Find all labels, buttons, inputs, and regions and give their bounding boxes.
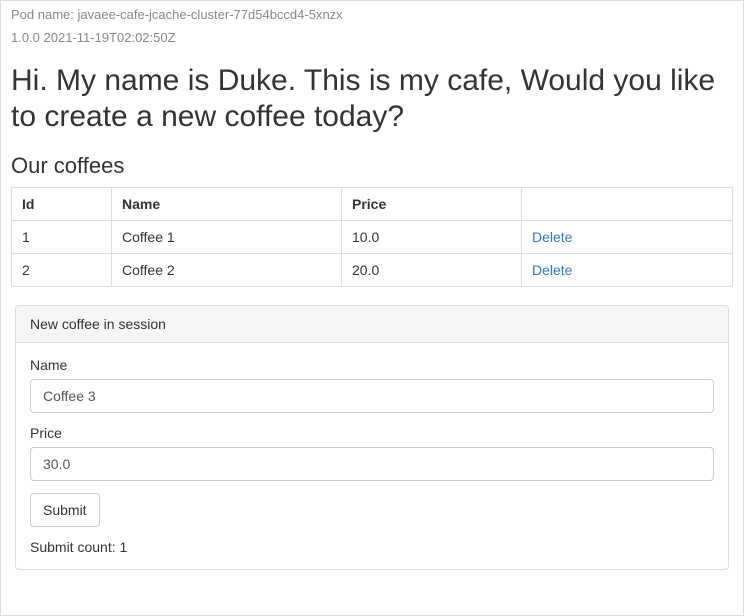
submit-button[interactable]: Submit <box>30 493 100 527</box>
name-input[interactable] <box>30 379 714 413</box>
table-header-row: Id Name Price <box>12 188 733 221</box>
cell-price: 20.0 <box>342 254 522 287</box>
submit-count: Submit count: 1 <box>30 539 714 555</box>
coffees-heading: Our coffees <box>11 153 733 179</box>
panel-heading: New coffee in session <box>16 306 728 343</box>
cell-price: 10.0 <box>342 221 522 254</box>
table-row: 2 Coffee 2 20.0 Delete <box>12 254 733 287</box>
col-header-id: Id <box>12 188 112 221</box>
delete-link[interactable]: Delete <box>532 229 572 245</box>
delete-link[interactable]: Delete <box>532 262 572 278</box>
table-row: 1 Coffee 1 10.0 Delete <box>12 221 733 254</box>
price-input[interactable] <box>30 447 714 481</box>
col-header-action <box>522 188 733 221</box>
cell-name: Coffee 1 <box>112 221 342 254</box>
cell-name: Coffee 2 <box>112 254 342 287</box>
cell-id: 1 <box>12 221 112 254</box>
new-coffee-panel: New coffee in session Name Price Submit … <box>15 305 729 570</box>
price-label: Price <box>30 425 714 441</box>
version-timestamp: 1.0.0 2021-11-19T02:02:50Z <box>11 30 733 45</box>
page-greeting: Hi. My name is Duke. This is my cafe, Wo… <box>11 63 733 135</box>
coffees-table: Id Name Price 1 Coffee 1 10.0 Delete 2 C… <box>11 187 733 287</box>
name-label: Name <box>30 357 714 373</box>
pod-name: Pod name: javaee-cafe-jcache-cluster-77d… <box>11 7 733 22</box>
cell-id: 2 <box>12 254 112 287</box>
col-header-price: Price <box>342 188 522 221</box>
col-header-name: Name <box>112 188 342 221</box>
